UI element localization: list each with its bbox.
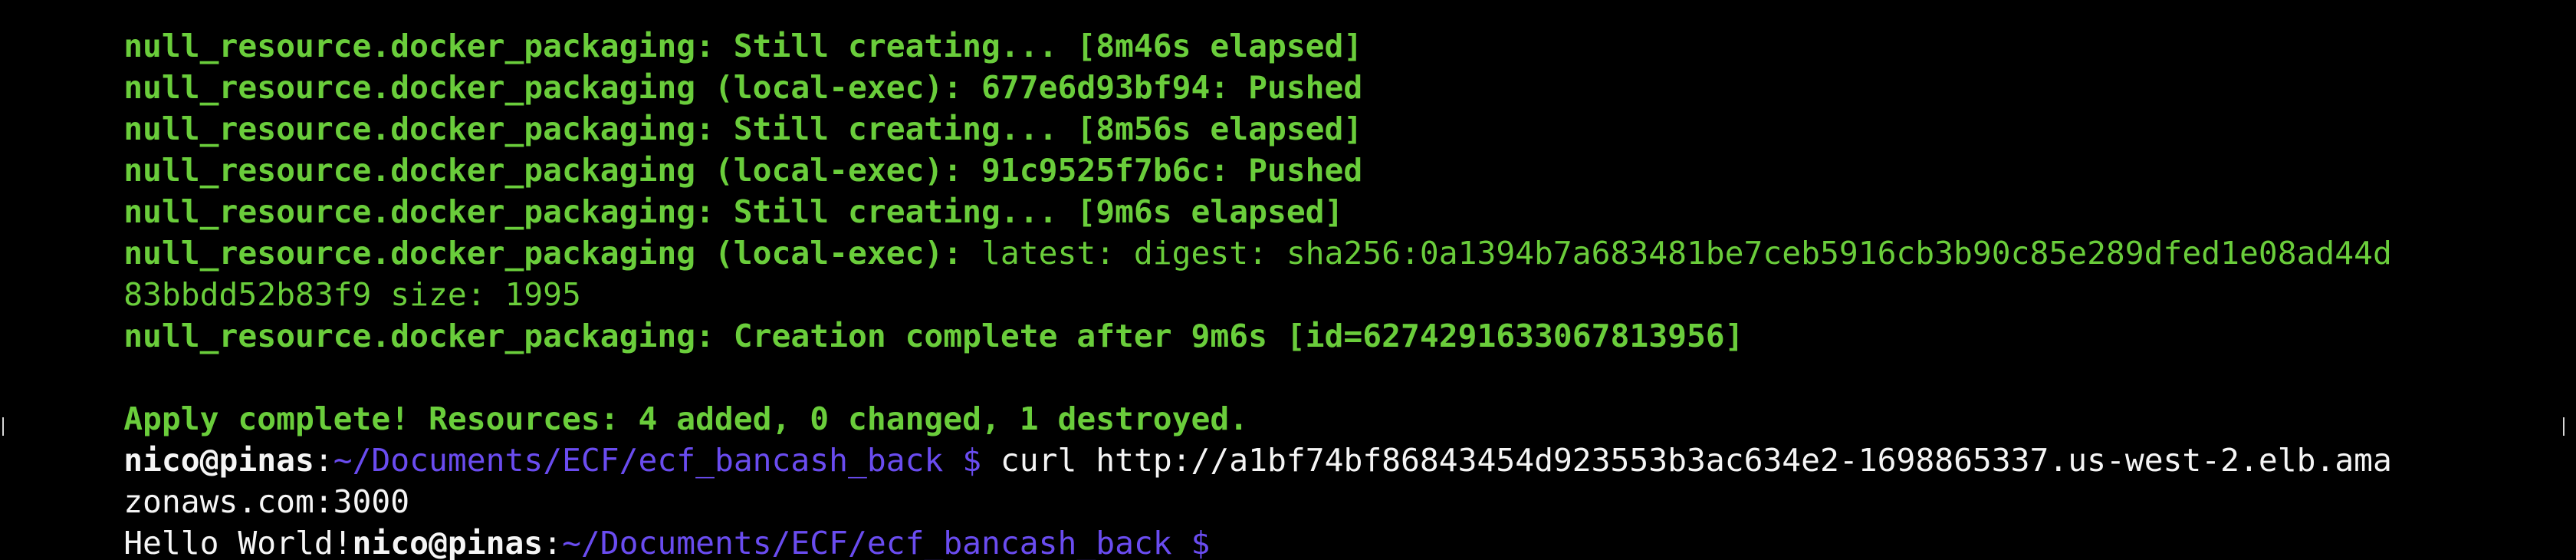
prompt-separator: : <box>543 525 563 560</box>
output-text: 83bbdd52b83f9 size: 1995 <box>123 276 581 313</box>
output-line: null_resource.docker_packaging: Still cr… <box>9 0 2392 64</box>
prompt-separator: : <box>314 442 334 479</box>
right-edge-marker <box>2563 417 2564 436</box>
terminal-window[interactable]: null_resource.docker_packaging: Still cr… <box>0 0 2576 560</box>
prompt-user: nico@pinas <box>123 442 314 479</box>
output-text: null_resource.docker_packaging: Still cr… <box>123 110 1363 147</box>
prompt-user: nico@pinas <box>352 525 544 560</box>
command-text: zonaws.com:3000 <box>123 483 410 520</box>
terminal-output: null_resource.docker_packaging: Still cr… <box>9 0 2392 560</box>
output-text: null_resource.docker_packaging: Still cr… <box>123 193 1344 230</box>
command-text: curl http://a1bf74bf86843454d923553b3ac6… <box>981 442 2392 479</box>
prompt-dollar: $ <box>1171 525 1211 560</box>
left-edge-marker <box>2 417 4 436</box>
output-digest: latest: digest: sha256:0a1394b7a683481be… <box>962 235 2392 272</box>
output-prefix: null_resource.docker_packaging (local-ex… <box>123 235 963 272</box>
output-text: Hello World! <box>123 525 353 560</box>
output-text: null_resource.docker_packaging: Creation… <box>123 318 1744 354</box>
prompt-path: ~/Documents/ECF/ecf_bancash_back <box>333 442 944 479</box>
output-line: Apply complete! Resources: 4 added, 0 ch… <box>9 357 2392 437</box>
output-text: Apply complete! Resources: 4 added, 0 ch… <box>123 400 1249 437</box>
output-text: null_resource.docker_packaging: Still cr… <box>123 28 1363 64</box>
output-text: null_resource.docker_packaging (local-ex… <box>123 69 1363 106</box>
text-cursor[interactable] <box>1210 529 1228 560</box>
output-text: null_resource.docker_packaging (local-ex… <box>123 152 1363 189</box>
prompt-path: ~/Documents/ECF/ecf_bancash_back <box>562 525 1172 560</box>
prompt-dollar: $ <box>943 442 982 479</box>
